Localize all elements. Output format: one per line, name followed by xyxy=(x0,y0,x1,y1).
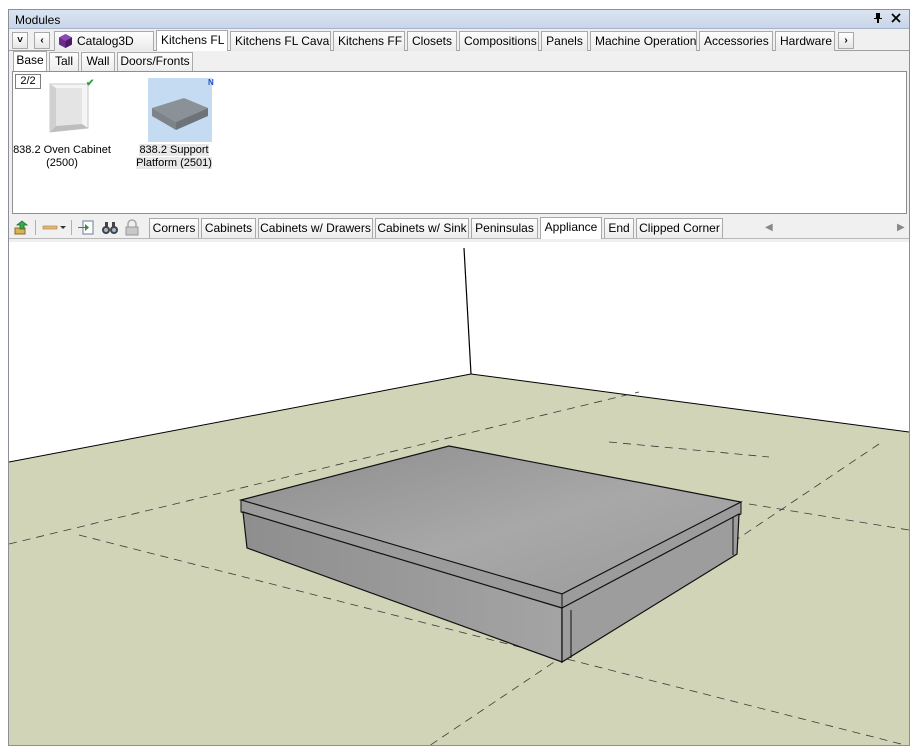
window-title: Modules xyxy=(15,13,61,27)
caption-line: 838.2 Support xyxy=(139,144,209,156)
tab-machine-operation[interactable]: Machine Operation xyxy=(590,31,697,51)
sub-tab-strip: Base Tall Wall Doors/Fronts xyxy=(9,51,909,71)
tab-label: Accessories xyxy=(704,34,769,48)
module-caption: 838.2 Oven Cabinet (2500) xyxy=(10,144,114,170)
category-tab-label: Cabinets w/ Sink xyxy=(377,221,467,235)
caption-line: (2500) xyxy=(46,157,78,169)
tab-label: Machine Operation xyxy=(595,34,697,48)
caption-line: 838.2 Oven Cabinet xyxy=(13,144,111,156)
category-tab-clipped-corner[interactable]: Clipped Corner xyxy=(636,218,723,238)
subtab-base[interactable]: Base xyxy=(13,51,47,71)
tab-accessories[interactable]: Accessories xyxy=(699,31,773,51)
category-tab-label: Peninsulas xyxy=(475,221,534,235)
category-tab-label: Appliance xyxy=(544,220,598,234)
modules-window: Modules ˅ ‹ Catalog3D Kitchens FL Kitche… xyxy=(8,9,910,746)
tab-label: Compositions xyxy=(464,34,537,48)
tab-label: Catalog3D xyxy=(77,34,134,48)
import-icon[interactable] xyxy=(77,219,95,236)
lock-icon[interactable] xyxy=(123,219,141,236)
tab-label: Hardware xyxy=(780,34,833,48)
category-tab-label: Corners xyxy=(152,221,196,235)
category-scrollbar[interactable]: ◀ ▶ xyxy=(765,222,907,236)
chevron-down-icon[interactable]: ˅ xyxy=(12,32,28,49)
main-tab-strip: ˅ ‹ Catalog3D Kitchens FL Kitchens FL Ca… xyxy=(9,30,909,51)
find-icon[interactable] xyxy=(101,219,119,236)
subtab-wall[interactable]: Wall xyxy=(81,52,115,71)
tab-kitchens-fl[interactable]: Kitchens FL xyxy=(156,30,228,51)
subtab-label: Tall xyxy=(54,54,73,68)
category-tab-label: End xyxy=(608,221,630,235)
scroll-right-icon[interactable]: ▶ xyxy=(897,222,905,233)
tab-panels[interactable]: Panels xyxy=(541,31,588,51)
module-item-oven-cabinet[interactable]: ✔ 838.2 Oven Cabinet (2500) xyxy=(10,76,114,176)
category-tab-cabinets-drawers[interactable]: Cabinets w/ Drawers xyxy=(258,218,373,238)
caption-line: Platform (2501) xyxy=(136,157,212,169)
chevron-right-icon[interactable]: › xyxy=(838,32,854,49)
tab-label: Panels xyxy=(546,34,583,48)
tab-label: Kitchens FL Cava xyxy=(235,34,330,48)
tab-compositions[interactable]: Compositions xyxy=(459,31,539,51)
toolbar-separator xyxy=(35,220,36,235)
tab-kitchens-ff[interactable]: Kitchens FF xyxy=(333,31,405,51)
category-tab-cabinets[interactable]: Cabinets xyxy=(201,218,256,238)
check-icon: ✔ xyxy=(86,78,95,89)
close-icon[interactable] xyxy=(889,12,903,26)
preview-scene xyxy=(9,242,909,745)
subtab-doors-fronts[interactable]: Doors/Fronts xyxy=(117,52,193,71)
support-platform-thumbnail xyxy=(148,78,212,142)
module-caption: 838.2 Support Platform (2501) xyxy=(122,144,226,170)
category-tab-peninsulas[interactable]: Peninsulas xyxy=(471,218,538,238)
category-toolbar: Corners Cabinets Cabinets w/ Drawers Cab… xyxy=(9,215,909,239)
subtab-tall[interactable]: Tall xyxy=(49,52,79,71)
insert-module-icon[interactable] xyxy=(13,219,31,236)
tab-kitchens-fl-cava[interactable]: Kitchens FL Cava xyxy=(230,31,331,51)
scroll-left-icon[interactable]: ◀ xyxy=(765,222,773,233)
category-tab-label: Cabinets xyxy=(204,221,253,235)
tab-label: Kitchens FL xyxy=(161,33,225,47)
cube-icon xyxy=(59,34,72,48)
preview-viewport[interactable] xyxy=(9,242,909,745)
tab-label: Kitchens FF xyxy=(338,34,403,48)
category-tab-end[interactable]: End xyxy=(604,218,634,238)
pin-icon[interactable] xyxy=(871,12,885,26)
category-tab-corners[interactable]: Corners xyxy=(149,218,199,238)
tab-hardware[interactable]: Hardware xyxy=(775,31,835,51)
tab-label: Closets xyxy=(412,34,453,48)
category-tab-label: Cabinets w/ Drawers xyxy=(260,221,371,235)
title-bar: Modules xyxy=(9,10,909,29)
chevron-left-icon[interactable]: ‹ xyxy=(34,32,50,49)
subtab-label: Wall xyxy=(86,54,110,68)
line-style-icon[interactable] xyxy=(41,219,67,236)
toolbar-separator xyxy=(71,220,72,235)
tab-closets[interactable]: Closets xyxy=(407,31,457,51)
module-list[interactable]: 2/2 ✔ 838.2 Oven Cabinet (2500) N 838.2 … xyxy=(12,71,907,214)
subtab-label: Doors/Fronts xyxy=(120,54,190,68)
tab-catalog3d[interactable]: Catalog3D xyxy=(54,31,154,51)
category-tab-cabinets-sink[interactable]: Cabinets w/ Sink xyxy=(375,218,469,238)
new-badge: N xyxy=(208,78,214,87)
subtab-label: Base xyxy=(16,53,44,67)
category-tab-label: Clipped Corner xyxy=(639,221,720,235)
category-tab-appliance[interactable]: Appliance xyxy=(540,217,602,239)
module-item-support-platform[interactable]: N 838.2 Support Platform (2501) xyxy=(122,76,226,176)
